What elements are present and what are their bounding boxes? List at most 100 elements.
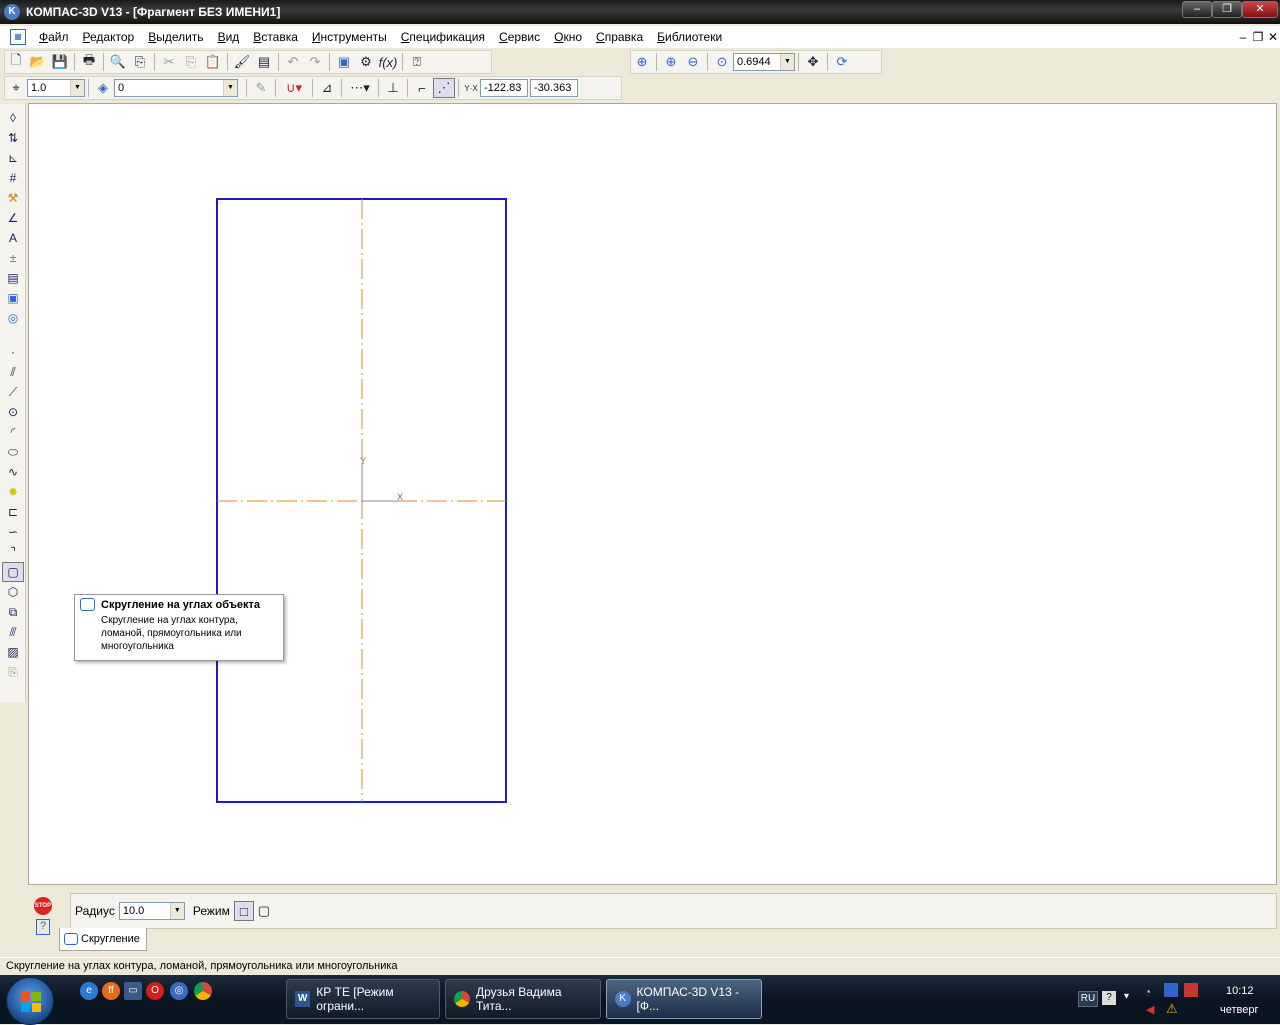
cut-icon[interactable]: ✂ bbox=[158, 52, 180, 72]
ie-icon[interactable]: e bbox=[80, 982, 98, 1000]
minimize-button[interactable]: – bbox=[1182, 1, 1212, 18]
edit-panel-icon[interactable]: # bbox=[2, 168, 24, 188]
doc-restore-icon[interactable]: ❐ bbox=[1251, 30, 1265, 44]
undo-icon[interactable]: ↶ bbox=[282, 52, 304, 72]
spline-icon[interactable]: ∿ bbox=[2, 462, 24, 482]
task-chrome[interactable]: Друзья Вадима Тита... bbox=[445, 979, 601, 1019]
chevron-down-icon[interactable]: ▼ bbox=[169, 903, 184, 919]
print-icon[interactable]: 🖶 bbox=[78, 52, 100, 72]
menu-view[interactable]: Вид bbox=[211, 30, 247, 44]
parametric-icon[interactable]: ⋰ bbox=[433, 78, 455, 98]
library-manager-icon[interactable]: ⚙ bbox=[355, 52, 377, 72]
redo-icon[interactable]: ↷ bbox=[304, 52, 326, 72]
ellipse-icon[interactable]: ⬭ bbox=[2, 442, 24, 462]
new-document-icon[interactable]: 🗋 bbox=[5, 52, 27, 72]
menu-window[interactable]: Окно bbox=[547, 30, 589, 44]
format-brush-icon[interactable]: 🖌 bbox=[231, 52, 253, 72]
desktop-icon[interactable]: ▭ bbox=[124, 982, 142, 1000]
pan-icon[interactable]: ✥ bbox=[802, 52, 824, 72]
zoom-in-icon[interactable]: ⊕ bbox=[660, 52, 682, 72]
local-cs-icon[interactable]: ⊿ bbox=[316, 78, 338, 98]
menu-editor[interactable]: Редактор bbox=[76, 30, 142, 44]
circle-icon[interactable]: ⊙ bbox=[2, 402, 24, 422]
style-icon[interactable]: ✎ bbox=[250, 78, 272, 98]
menu-file[interactable]: Файл bbox=[32, 30, 76, 44]
task-kompas[interactable]: K КОМПАС-3D V13 - [Ф... bbox=[606, 979, 762, 1019]
nurbs-icon[interactable]: ✸ bbox=[2, 482, 24, 502]
parametrization-panel-icon[interactable]: ⚒ bbox=[2, 188, 24, 208]
help-icon[interactable]: ? bbox=[36, 919, 50, 935]
start-button[interactable] bbox=[6, 977, 54, 1025]
round-mode-icon[interactable]: ⌐ bbox=[411, 78, 433, 98]
point-icon[interactable]: · bbox=[2, 342, 24, 362]
menu-help[interactable]: Справка bbox=[589, 30, 650, 44]
chamfer-icon[interactable]: ⌝ bbox=[2, 542, 24, 562]
refresh-icon[interactable]: ⟳ bbox=[831, 52, 853, 72]
fragment-panel-icon[interactable]: ◎ bbox=[2, 308, 24, 328]
stop-icon[interactable]: STOP bbox=[34, 897, 52, 915]
layer-combo[interactable]: 0 ▼ bbox=[114, 79, 238, 97]
chrome-icon[interactable] bbox=[194, 982, 212, 1000]
step-cursor-icon[interactable]: ⌖ bbox=[5, 78, 27, 98]
zoom-dynamic-icon[interactable]: ⊙ bbox=[711, 52, 733, 72]
clock-time[interactable]: 10:12 bbox=[1226, 985, 1254, 997]
bezier-icon[interactable]: ∽ bbox=[2, 522, 24, 542]
arc-icon[interactable]: ◜ bbox=[2, 422, 24, 442]
close-button[interactable]: ✕ bbox=[1242, 1, 1278, 18]
network-icon[interactable]: ◔ bbox=[1144, 985, 1151, 999]
chevron-down-icon[interactable]: ▼ bbox=[70, 80, 84, 96]
layer-icon[interactable]: ◈ bbox=[92, 78, 114, 98]
segment-icon[interactable]: ⟋ bbox=[2, 382, 24, 402]
preview-icon[interactable]: 🔍 bbox=[107, 52, 129, 72]
copy-icon[interactable]: ⎘ bbox=[180, 52, 202, 72]
dimensions-panel-icon[interactable]: ⇅ bbox=[2, 128, 24, 148]
help-tray-icon[interactable]: ? bbox=[1102, 991, 1116, 1005]
property-tab[interactable]: Скругление bbox=[59, 928, 147, 951]
polygon-icon[interactable]: ⬡ bbox=[2, 582, 24, 602]
hatch-icon[interactable]: ⫻ bbox=[2, 622, 24, 642]
paste-icon[interactable]: 📋 bbox=[202, 52, 224, 72]
polyline-icon[interactable]: ⊏ bbox=[2, 502, 24, 522]
contour-icon[interactable]: ⎘ bbox=[2, 662, 24, 682]
mode-sharp-corners-icon[interactable]: □ bbox=[233, 901, 254, 921]
menu-service[interactable]: Сервис bbox=[492, 30, 547, 44]
security-icon[interactable] bbox=[1184, 983, 1198, 997]
volume-icon[interactable]: ◀ bbox=[1146, 1003, 1154, 1016]
fill-icon[interactable]: ▨ bbox=[2, 642, 24, 662]
select-panel-icon[interactable]: A bbox=[2, 228, 24, 248]
doc-minimize-icon[interactable]: – bbox=[1236, 30, 1250, 44]
context-help-icon[interactable]: ⍰ bbox=[406, 52, 428, 72]
fillet-corners-icon[interactable]: ▢ bbox=[2, 562, 24, 582]
spec-panel-icon[interactable]: ± bbox=[2, 248, 24, 268]
chevron-down-icon[interactable]: ▾ bbox=[1124, 991, 1129, 1002]
tray-app-icon[interactable] bbox=[1164, 983, 1178, 997]
menu-specification[interactable]: Спецификация bbox=[394, 30, 492, 44]
variables-icon[interactable]: f(x) bbox=[377, 52, 399, 72]
opera-icon[interactable]: O bbox=[146, 982, 164, 1000]
auxiliary-line-icon[interactable]: ⫽ bbox=[2, 362, 24, 382]
reports-panel-icon[interactable]: ▤ bbox=[2, 268, 24, 288]
mode-round-corners-icon[interactable]: ▢ bbox=[254, 901, 274, 921]
designations-panel-icon[interactable]: ⊾ bbox=[2, 148, 24, 168]
grid-icon[interactable]: ⋯▾ bbox=[345, 78, 375, 98]
task-word[interactable]: W КР ТЕ [Режим ограни... bbox=[286, 979, 440, 1019]
menu-tools[interactable]: Инструменты bbox=[305, 30, 394, 44]
zoom-window-icon[interactable]: ⊕ bbox=[631, 52, 653, 72]
alert-icon[interactable]: ⚠ bbox=[1166, 1001, 1178, 1017]
radius-combo[interactable]: 10.0 ▼ bbox=[118, 902, 185, 920]
manager-icon[interactable]: ⎘ bbox=[129, 52, 151, 72]
menu-insert[interactable]: Вставка bbox=[246, 30, 305, 44]
menu-libraries[interactable]: Библиотеки bbox=[650, 30, 729, 44]
equidistant-icon[interactable]: ⧉ bbox=[2, 602, 24, 622]
document-icon[interactable]: ▦ bbox=[10, 29, 26, 45]
measure-panel-icon[interactable]: ∠ bbox=[2, 208, 24, 228]
coord-x-field[interactable]: -122.83 bbox=[480, 79, 528, 97]
firefox-icon[interactable]: ff bbox=[102, 982, 120, 1000]
browser-icon[interactable]: ◎ bbox=[170, 982, 188, 1000]
drawing-canvas[interactable]: Y X bbox=[28, 103, 1277, 885]
open-icon[interactable]: 📂 bbox=[27, 52, 49, 72]
zoom-out-icon[interactable]: ⊖ bbox=[682, 52, 704, 72]
zoom-combo[interactable]: 0.6944 ▼ bbox=[733, 53, 795, 71]
language-indicator[interactable]: RU bbox=[1078, 991, 1098, 1007]
coord-y-field[interactable]: -30.363 bbox=[530, 79, 578, 97]
